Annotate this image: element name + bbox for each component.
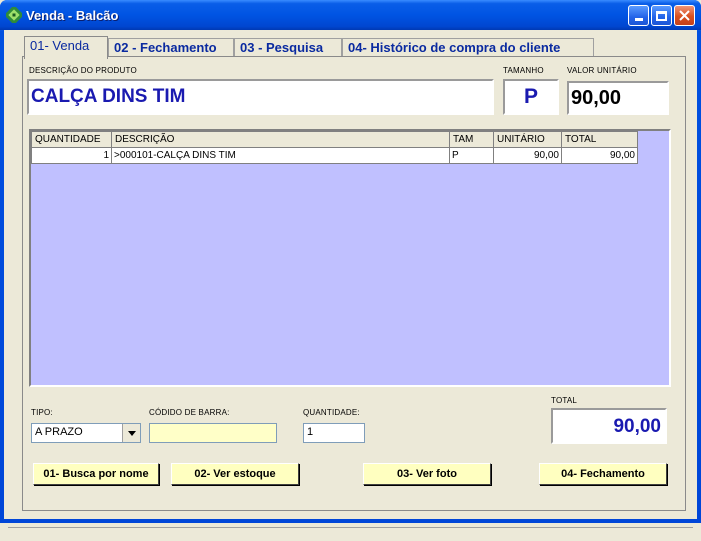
tab-historico[interactable]: 04- Histórico de compra do cliente — [342, 38, 594, 58]
tab-label: 01- Venda — [30, 38, 90, 53]
cell-unitario: 90,00 — [493, 147, 562, 164]
venda-panel: DESCRIÇÃO DO PRODUTO CALÇA DINS TIM TAMA… — [22, 56, 686, 511]
unit-price-field[interactable]: 90,00 — [567, 81, 669, 115]
tipo-select[interactable]: A PRAZO — [31, 423, 141, 443]
size-field[interactable]: P — [503, 79, 559, 115]
minimize-button[interactable] — [628, 5, 649, 26]
close-icon — [679, 10, 690, 21]
window-title: Venda - Balcão — [26, 8, 119, 23]
tipo-label: TIPO: — [31, 408, 53, 417]
col-unitario[interactable]: UNITÁRIO — [493, 131, 562, 148]
description-label: DESCRIÇÃO DO PRODUTO — [29, 66, 137, 75]
items-grid[interactable]: QUANTIDADE DESCRIÇÃO TAM UNITÁRIO TOTAL … — [29, 129, 671, 387]
tab-label: 02 - Fechamento — [114, 40, 217, 55]
chevron-down-icon[interactable] — [122, 424, 140, 442]
table-row[interactable]: 1 >000101-CALÇA DINS TIM P 90,00 90,00 — [31, 147, 638, 164]
cell-quantidade: 1 — [31, 147, 112, 164]
grid-header-row: QUANTIDADE DESCRIÇÃO TAM UNITÁRIO TOTAL — [31, 131, 638, 148]
total-label: TOTAL — [551, 396, 578, 405]
col-total[interactable]: TOTAL — [561, 131, 638, 148]
unit-price-label: VALOR UNITÁRIO — [567, 66, 637, 75]
window-body: 01- Venda 02 - Fechamento 03 - Pesquisa … — [4, 30, 697, 528]
quantity-input[interactable]: 1 — [303, 423, 365, 443]
tab-label: 04- Histórico de compra do cliente — [348, 40, 561, 55]
tipo-value: A PRAZO — [35, 426, 83, 438]
ver-estoque-button[interactable]: 02- Ver estoque — [171, 463, 299, 485]
col-quantidade[interactable]: QUANTIDADE — [31, 131, 112, 148]
tab-fechamento[interactable]: 02 - Fechamento — [108, 38, 234, 58]
qty-label: QUANTIDADE: — [303, 408, 360, 417]
product-description-field[interactable]: CALÇA DINS TIM — [27, 79, 494, 115]
barcode-input[interactable] — [149, 423, 277, 443]
minimize-icon — [634, 18, 643, 21]
busca-por-nome-button[interactable]: 01- Busca por nome — [33, 463, 159, 485]
total-field: 90,00 — [551, 408, 667, 444]
barcode-label: CÓDIDO DE BARRA: — [149, 408, 230, 417]
cell-tam: P — [449, 147, 494, 164]
col-descricao[interactable]: DESCRIÇÃO — [111, 131, 450, 148]
ver-foto-button[interactable]: 03- Ver foto — [363, 463, 491, 485]
maximize-button[interactable] — [651, 5, 672, 26]
cell-total: 90,00 — [561, 147, 638, 164]
col-tam[interactable]: TAM — [449, 131, 494, 148]
cell-descricao: >000101-CALÇA DINS TIM — [111, 147, 450, 164]
tab-pesquisa[interactable]: 03 - Pesquisa — [234, 38, 342, 58]
size-label: TAMANHO — [503, 66, 544, 75]
tab-venda[interactable]: 01- Venda — [24, 36, 108, 59]
items-table: QUANTIDADE DESCRIÇÃO TAM UNITÁRIO TOTAL … — [31, 131, 638, 164]
maximize-icon — [656, 10, 667, 21]
status-bar — [8, 527, 693, 541]
app-window: Venda - Balcão 01- Venda 02 - Fechamento… — [0, 0, 701, 528]
title-bar[interactable]: Venda - Balcão — [0, 0, 701, 30]
app-icon — [6, 7, 22, 23]
close-button[interactable] — [674, 5, 695, 26]
tab-label: 03 - Pesquisa — [240, 40, 324, 55]
fechamento-button[interactable]: 04- Fechamento — [539, 463, 667, 485]
